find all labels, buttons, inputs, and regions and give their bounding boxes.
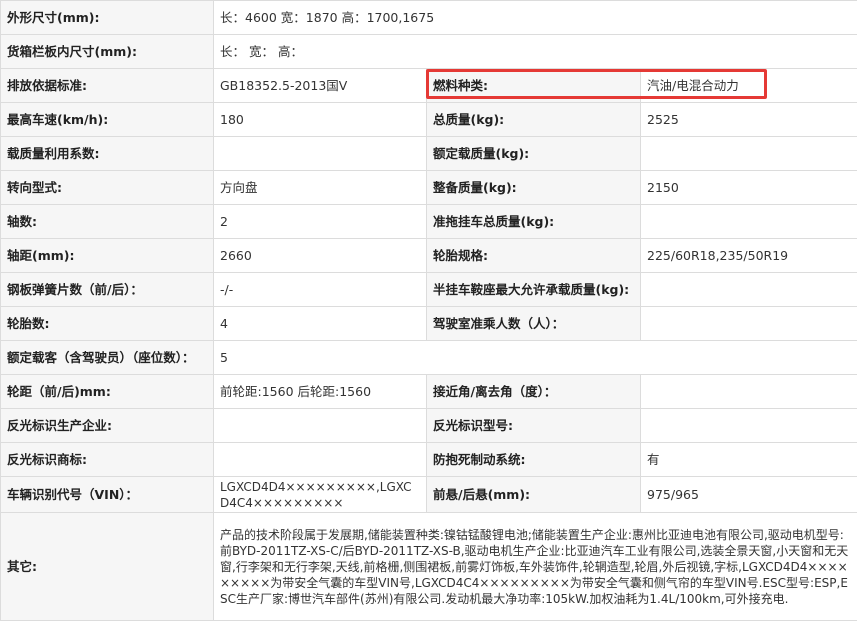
max-speed-value: 180 [213, 102, 427, 137]
cab-occupancy-label: 驾驶室准乘人数（人）： [426, 306, 641, 341]
reflector-maker-value [213, 408, 427, 443]
reflector-model-value [639, 408, 857, 443]
rated-load-label: 额定载质量(kg): [426, 136, 641, 171]
trailer-mass-label: 准拖挂车总质量(kg): [426, 204, 641, 239]
steering-type-label: 转向型式: [0, 170, 214, 205]
table-row: 轴距(mm): 2660 轮胎规格: 225/60R18,235/50R19 [0, 238, 857, 273]
table-row: 钢板弹簧片数（前/后）： -/- 半挂车鞍座最大允许承载质量(kg): [0, 272, 857, 307]
approach-departure-value [639, 374, 857, 409]
table-row: 外形尺寸(mm): 长：4600 宽：1870 高：1700,1675 [0, 0, 857, 35]
gross-mass-label: 总质量(kg): [426, 102, 641, 137]
table-row: 最高车速(km/h): 180 总质量(kg): 2525 [0, 102, 857, 137]
reflector-brand-value [213, 442, 427, 477]
steering-type-value: 方向盘 [213, 170, 427, 205]
table-row: 货箱栏板内尺寸(mm): 长： 宽： 高： [0, 34, 857, 69]
leaf-spring-value: -/- [213, 272, 427, 307]
vehicle-spec-table: 外形尺寸(mm): 长：4600 宽：1870 高：1700,1675 货箱栏板… [0, 0, 857, 621]
max-speed-label: 最高车速(km/h): [0, 102, 214, 137]
overhang-value: 975/965 [639, 476, 857, 513]
table-row: 轴数: 2 准拖挂车总质量(kg): [0, 204, 857, 239]
curb-weight-value: 2150 [639, 170, 857, 205]
table-row: 排放依据标准: GB18352.5-2013国Ⅴ 燃料种类: 汽油/电混合动力 [0, 68, 857, 103]
overhang-label: 前悬/后悬(mm): [426, 476, 641, 513]
trailer-mass-value [639, 204, 857, 239]
fuel-type-value: 汽油/电混合动力 [639, 68, 857, 103]
axle-count-label: 轴数: [0, 204, 214, 239]
other-label: 其它: [0, 512, 214, 621]
wheelbase-value: 2660 [213, 238, 427, 273]
load-utilization-value [213, 136, 427, 171]
rated-passengers-label: 额定载客（含驾驶员）（座位数）： [0, 340, 214, 375]
track-width-label: 轮距（前/后)mm: [0, 374, 214, 409]
table-row: 轮胎数: 4 驾驶室准乘人数（人）： [0, 306, 857, 341]
rated-passengers-value: 5 [212, 340, 857, 375]
table-row: 转向型式: 方向盘 整备质量(kg): 2150 [0, 170, 857, 205]
tire-spec-value: 225/60R18,235/50R19 [639, 238, 857, 273]
emission-standard-label: 排放依据标准: [0, 68, 214, 103]
tire-count-value: 4 [213, 306, 427, 341]
track-width-value: 前轮距:1560 后轮距:1560 [213, 374, 427, 409]
approach-departure-label: 接近角/离去角（度）： [426, 374, 641, 409]
axle-count-value: 2 [213, 204, 427, 239]
reflector-brand-label: 反光标识商标: [0, 442, 214, 477]
cargo-box-dimensions-label: 货箱栏板内尺寸(mm): [0, 34, 214, 69]
overall-dimensions-value: 长：4600 宽：1870 高：1700,1675 [212, 0, 857, 35]
gross-mass-value: 2525 [639, 102, 857, 137]
fuel-type-label: 燃料种类: [426, 68, 641, 103]
other-value: 产品的技术阶段属于发展期,储能装置种类:镍钴锰酸锂电池;储能装置生产企业:惠州比… [212, 512, 857, 621]
reflector-maker-label: 反光标识生产企业: [0, 408, 214, 443]
table-row: 额定载客（含驾驶员）（座位数）： 5 [0, 340, 857, 375]
saddle-load-value [639, 272, 857, 307]
table-row: 载质量利用系数: 额定载质量(kg): [0, 136, 857, 171]
table-row: 车辆识别代号（VIN）： LGXCD4D4×××××××××,LGXCD4C4×… [0, 476, 857, 513]
cab-occupancy-value [639, 306, 857, 341]
table-row: 轮距（前/后)mm: 前轮距:1560 后轮距:1560 接近角/离去角（度）： [0, 374, 857, 409]
load-utilization-label: 载质量利用系数: [0, 136, 214, 171]
tire-spec-label: 轮胎规格: [426, 238, 641, 273]
abs-label: 防抱死制动系统: [426, 442, 641, 477]
table-row: 反光标识商标: 防抱死制动系统: 有 [0, 442, 857, 477]
cargo-box-dimensions-value: 长： 宽： 高： [212, 34, 857, 69]
table-row: 反光标识生产企业: 反光标识型号: [0, 408, 857, 443]
tire-count-label: 轮胎数: [0, 306, 214, 341]
wheelbase-label: 轴距(mm): [0, 238, 214, 273]
leaf-spring-label: 钢板弹簧片数（前/后）： [0, 272, 214, 307]
rated-load-value [639, 136, 857, 171]
table-row: 其它: 产品的技术阶段属于发展期,储能装置种类:镍钴锰酸锂电池;储能装置生产企业… [0, 512, 857, 621]
abs-value: 有 [639, 442, 857, 477]
emission-standard-value: GB18352.5-2013国Ⅴ [213, 68, 427, 103]
reflector-model-label: 反光标识型号: [426, 408, 641, 443]
overall-dimensions-label: 外形尺寸(mm): [0, 0, 214, 35]
saddle-load-label: 半挂车鞍座最大允许承载质量(kg): [426, 272, 641, 307]
vin-value: LGXCD4D4×××××××××,LGXCD4C4××××××××× [213, 476, 427, 513]
curb-weight-label: 整备质量(kg): [426, 170, 641, 205]
vin-label: 车辆识别代号（VIN）： [0, 476, 214, 513]
